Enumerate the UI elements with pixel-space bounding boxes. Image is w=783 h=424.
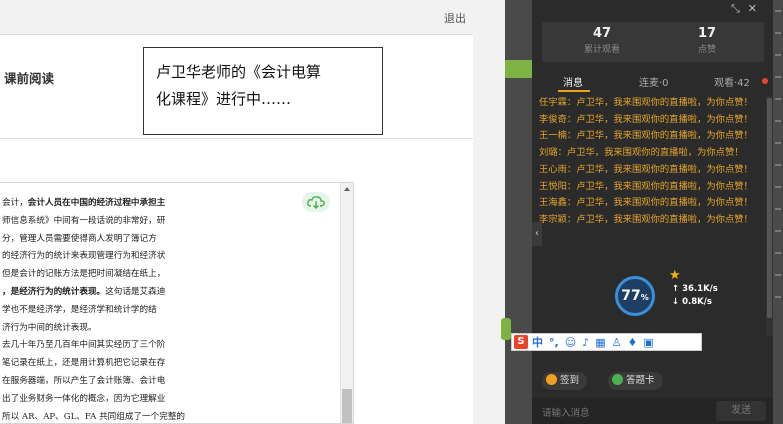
document-scrollbar[interactable] — [340, 183, 353, 423]
expand-handle[interactable] — [501, 318, 511, 340]
chat-message: 任宇霖：卢卫华，我来围观你的直播啦，为你点赞！ — [539, 97, 753, 108]
section-title: 课前阅读 — [4, 71, 55, 86]
panel-tabs: 消息 连麦·0 观看·42 — [532, 70, 773, 92]
memory-usage-gauge: 77% — [615, 276, 655, 316]
text-line: 去几十年乃至几百年中间其实经历了三个阶 — [2, 340, 166, 351]
chat-message: 王心雨：卢卫华，我来围观你的直播啦，为你点赞！ — [539, 163, 753, 175]
chat-message: 王悦阳：卢卫华，我来围观你的直播啦，为你点赞！ — [539, 180, 753, 192]
message-scrollbar[interactable] — [766, 96, 773, 336]
chat-input[interactable]: 请输入消息 — [542, 405, 590, 419]
edge-markers — [775, 10, 781, 310]
tab-co-host[interactable]: 连麦·0 — [639, 74, 669, 89]
document-text: 会计，会计人员在中国的经济过程中承担主 师信息系统》中间有一段话说的非常好，研 … — [2, 195, 340, 423]
punctuation-toggle[interactable]: °, — [549, 336, 559, 349]
toolbox-icon[interactable]: ▣ — [643, 336, 653, 349]
action-row: 签到 答题卡 — [532, 370, 773, 392]
ime-mode-toggle[interactable]: 中 — [532, 334, 543, 350]
text-line: 但是会计的记账方法是把时间凝结在纸上， — [2, 269, 166, 280]
caption-line: 化课程》进行中…… — [156, 90, 292, 108]
upload-speed: ↑ 36.1K/s — [672, 284, 718, 294]
download-speed: ↓ 0.8K/s — [672, 297, 712, 307]
ime-toolbar[interactable]: S 中 °, ☺ ♪ ▦ ♙ ♦ ▣ — [511, 333, 702, 351]
text-line: 在服务器端，所以产生了会计账簿、会计电 — [2, 375, 166, 386]
top-bar: 退出 — [0, 0, 505, 34]
emoji-icon[interactable]: ☺ — [565, 336, 576, 349]
logout-link[interactable]: 退出 — [444, 10, 466, 26]
stat-likes: 17 点赞 — [697, 26, 717, 55]
notification-dot — [762, 78, 768, 84]
stat-total-views: 47 累计观看 — [583, 26, 620, 55]
mascot-icon: ★ — [669, 268, 681, 283]
text-line: 师信息系统》中间有一段话说的非常好，研 — [2, 215, 166, 226]
stats-box: 47 累计观看 17 点赞 — [542, 22, 764, 62]
text-line: 笔记录在纸上，还是用计算机把它记录在存 — [2, 358, 166, 369]
chat-input-row: 请输入消息 发送 — [532, 398, 773, 424]
green-strip — [505, 60, 532, 78]
live-status-caption: 卢卫华老师的《会计电算 化课程》进行中…… — [143, 47, 383, 135]
text-line: 济行为中间的统计表现。 — [2, 322, 97, 333]
text-line: 学也不是经济学，是经济学和统计学的结 — [2, 304, 157, 315]
scrollbar-thumb[interactable] — [767, 98, 772, 318]
text-line: ，是经济行为的统计表现。这句话是艾森迪 — [2, 286, 166, 297]
shrink-icon[interactable]: ⤡ — [731, 2, 748, 15]
answer-card-button[interactable]: 答题卡 — [608, 372, 663, 390]
caption-line: 卢卫华老师的《会计电算 — [156, 63, 322, 81]
send-button[interactable]: 发送 — [716, 401, 766, 421]
document-reader[interactable]: 会计，会计人员在中国的经济过程中承担主 师信息系统》中间有一段话说的非常好，研 … — [0, 182, 354, 424]
user-icon[interactable]: ♙ — [612, 336, 622, 349]
chat-message: 李宗颖：卢卫华，我来围观你的直播啦，为你点赞！ — [539, 213, 753, 225]
text-line: 出了业务财务一体化的概念，因为它理解业 — [2, 393, 166, 404]
network-speed-widget[interactable]: ★ 77% ↑ 36.1K/s ↓ 0.8K/s — [612, 268, 732, 318]
microphone-icon[interactable]: ♪ — [582, 336, 589, 349]
checkin-icon — [546, 374, 557, 385]
chat-message: 李俊奇：卢卫华，我来围观你的直播啦，为你点赞！ — [539, 113, 753, 125]
live-panel: ⤡✕ 47 累计观看 17 点赞 消息 连麦·0 观看·42 任宇霖：卢卫华，我… — [532, 0, 773, 424]
chat-message: 王海鑫：卢卫华，我来围观你的直播啦，为你点赞！ — [539, 197, 753, 209]
skin-icon[interactable]: ♦ — [627, 336, 637, 349]
chat-message: 王一楠：卢卫华，我来围观你的直播啦，为你点赞！ — [539, 130, 753, 142]
chat-message: 刘璐：卢卫华，我来围观你的直播啦，为你点赞！ — [539, 147, 744, 159]
text-line: 会计，会计人员在中国的经济过程中承担主 — [2, 198, 166, 208]
window-controls: ⤡✕ — [532, 0, 773, 20]
sogou-logo-icon[interactable]: S — [514, 335, 528, 349]
divider — [0, 138, 473, 139]
tab-messages[interactable]: 消息 — [563, 74, 583, 89]
collapse-arrow-icon[interactable]: ‹ — [532, 222, 542, 246]
keyboard-icon[interactable]: ▦ — [595, 336, 605, 349]
course-content-area: 退出 课前阅读 会计，会计人员在中国的经济过程中承担主 师信息系统》中间有一段话… — [0, 0, 505, 424]
cloud-download-icon[interactable] — [302, 192, 330, 212]
text-line: 所以 AR、AP、GL、FA 共同组成了一个完整的 — [2, 411, 186, 422]
tab-viewers[interactable]: 观看·42 — [714, 74, 750, 89]
close-icon[interactable]: ✕ — [748, 2, 765, 15]
scrollbar-thumb[interactable] — [342, 389, 352, 423]
active-tab-indicator — [558, 90, 590, 92]
checkin-button[interactable]: 签到 — [542, 372, 588, 390]
scroll-up-icon[interactable] — [344, 187, 350, 191]
answer-card-icon — [612, 374, 623, 385]
text-line: 分，管理人员需要使得商人发明了簿记方 — [2, 233, 157, 244]
text-line: 的经济行为的统计来表现管理行为和经济状 — [2, 251, 166, 262]
